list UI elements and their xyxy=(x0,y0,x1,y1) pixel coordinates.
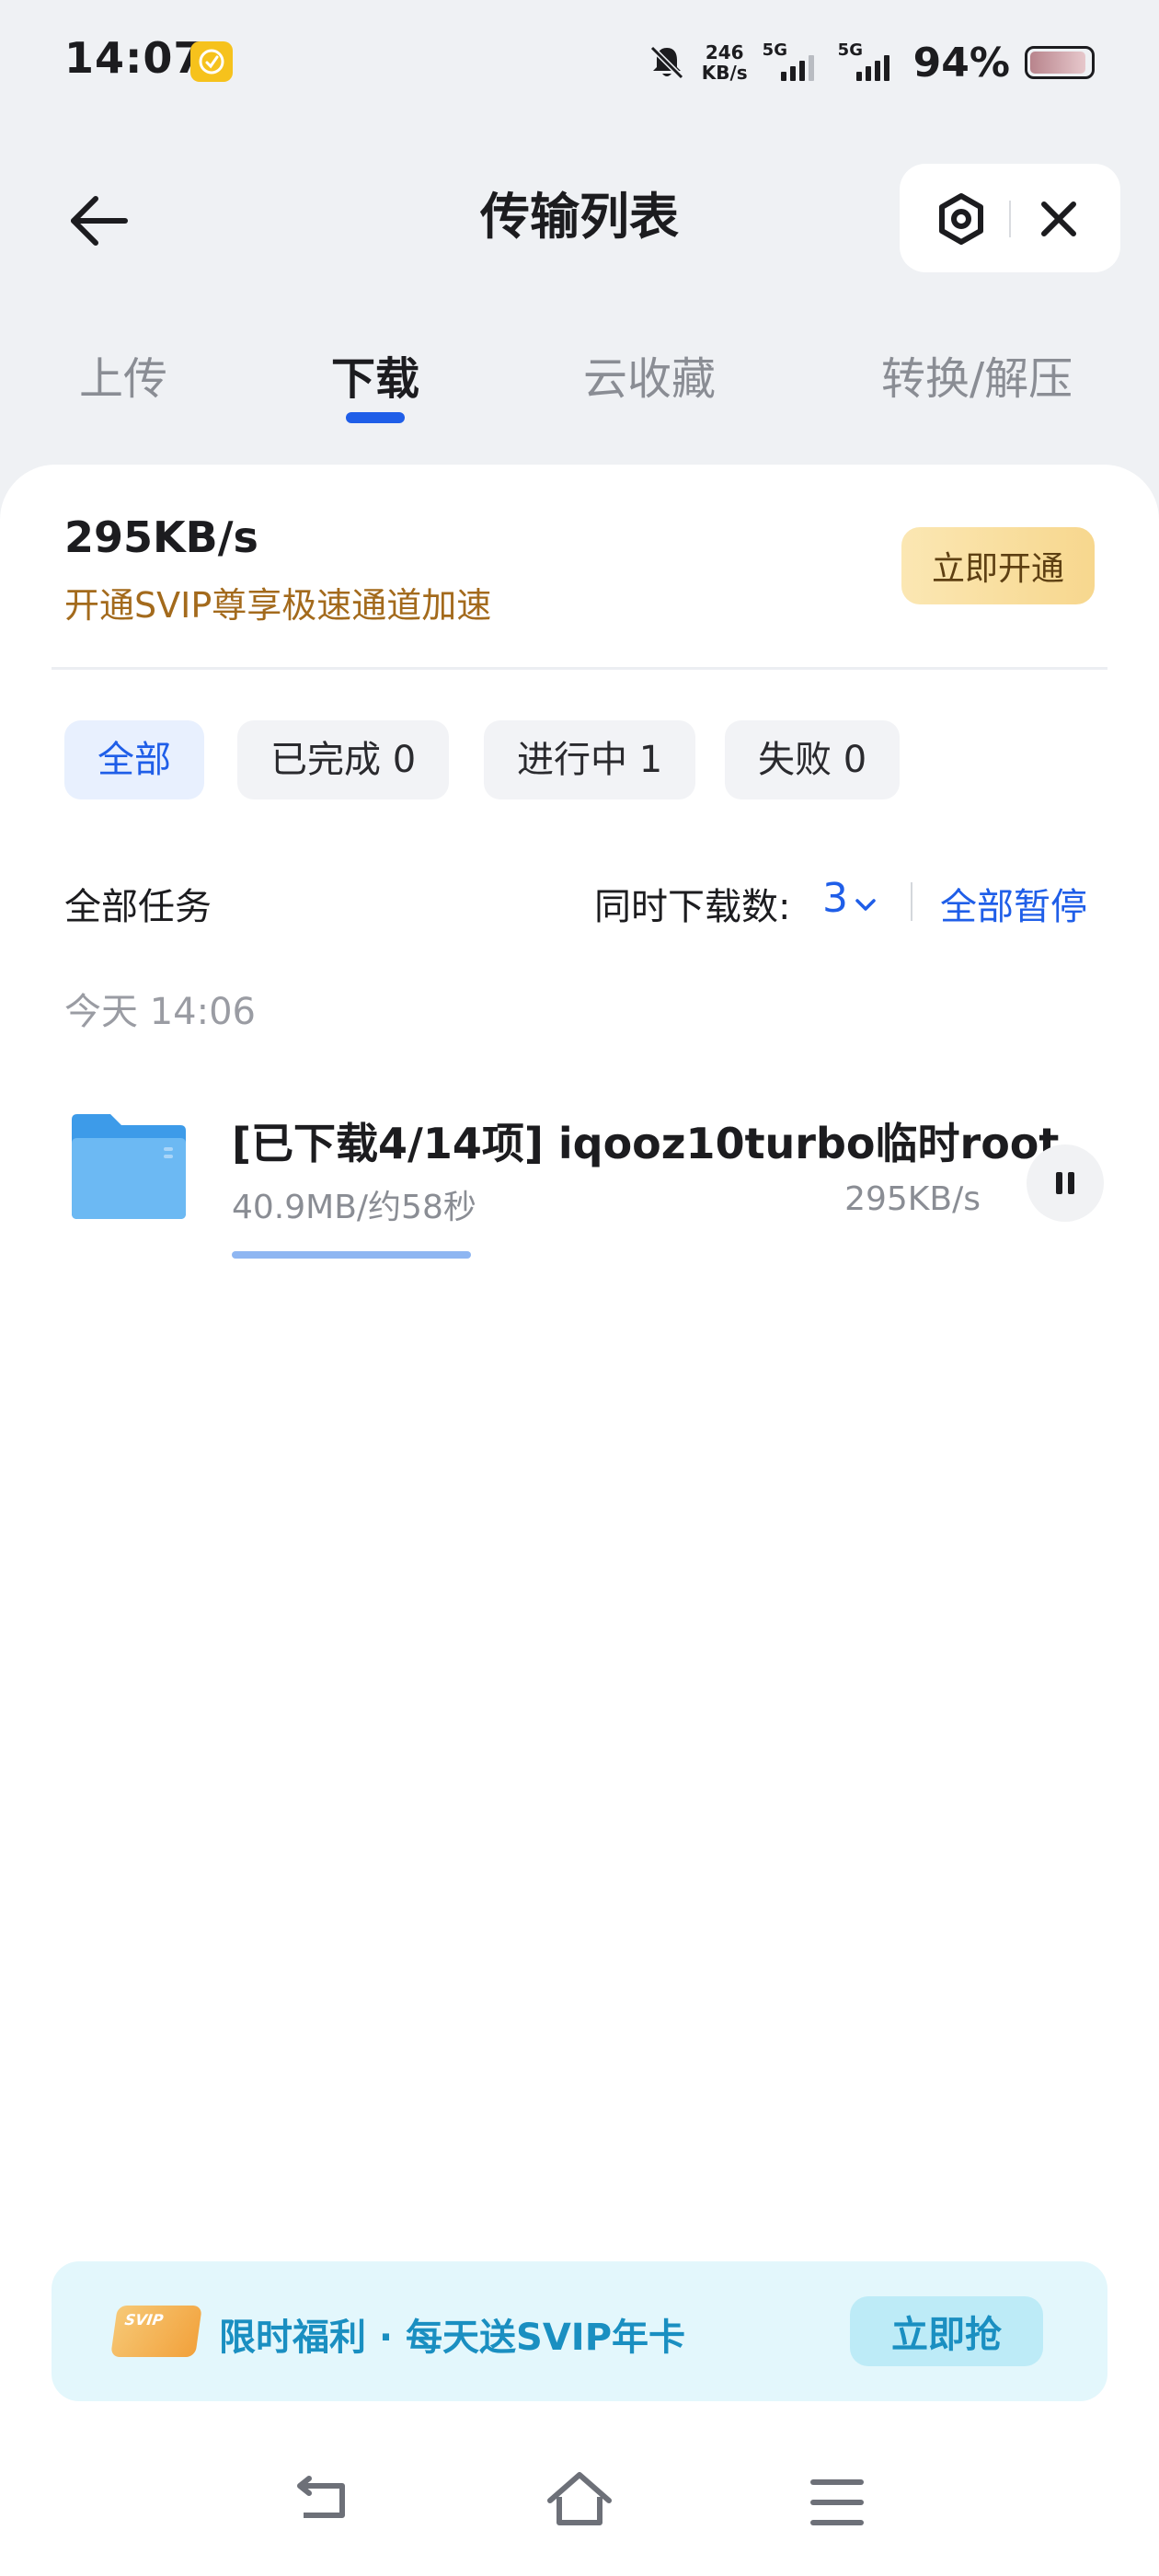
network-speed-value: 246 xyxy=(705,41,744,63)
filter-all[interactable]: 全部 xyxy=(64,720,204,799)
current-speed: 295KB/s xyxy=(64,512,258,562)
nav-home-button[interactable] xyxy=(543,2466,616,2539)
tab-upload[interactable]: 上传 xyxy=(79,342,167,407)
status-bar: 14:07 246 KB/s 5G 5G 94% xyxy=(0,0,1159,129)
svip-badge-text: SVIP xyxy=(123,2311,165,2329)
task-progress-bar xyxy=(232,1251,981,1259)
battery-icon xyxy=(1025,46,1095,79)
settings-button[interactable] xyxy=(929,187,993,251)
task-speed: 295KB/s xyxy=(844,1180,981,1218)
header-actions-divider xyxy=(1009,201,1011,237)
all-tasks-label: 全部任务 xyxy=(64,886,212,928)
concurrent-downloads-label: 同时下载数: xyxy=(594,886,791,928)
system-nav-bar xyxy=(0,2466,1159,2558)
battery-percent: 94% xyxy=(912,39,1010,86)
task-pause-button[interactable] xyxy=(1027,1144,1104,1222)
download-panel: 295KB/s 开通SVIP尊享极速通道加速 立即开通 全部 已完成 0 进行中… xyxy=(0,465,1159,2576)
app-notification-icon xyxy=(190,41,233,82)
folder-icon xyxy=(72,1114,186,1219)
pause-all-button[interactable]: 全部暂停 xyxy=(940,877,1087,930)
nav-back-button[interactable] xyxy=(285,2466,359,2539)
menu-icon xyxy=(810,2479,864,2525)
svip-card-icon: SVIP xyxy=(110,2306,202,2357)
promo-text: 限时福利 · 每天送SVIP年卡 xyxy=(219,2317,686,2359)
pause-icon xyxy=(1056,1172,1074,1194)
task-size-eta: 40.9MB/约58秒 xyxy=(232,1189,476,1226)
sim2-signal-icon: 5G xyxy=(838,40,899,85)
divider xyxy=(911,882,912,921)
network-speed: 246 KB/s xyxy=(702,42,748,83)
promo-banner[interactable]: SVIP 限时福利 · 每天送SVIP年卡 立即抢 xyxy=(52,2261,1107,2401)
active-tab-indicator xyxy=(346,412,405,423)
filter-failed[interactable]: 失败 0 xyxy=(725,720,901,799)
tab-cloud-favorites[interactable]: 云收藏 xyxy=(583,342,716,407)
network-speed-unit: KB/s xyxy=(701,62,748,84)
return-icon xyxy=(297,2476,345,2518)
status-right-group: 246 KB/s 5G 5G 94% xyxy=(647,35,1095,90)
grab-now-button[interactable]: 立即抢 xyxy=(850,2296,1043,2366)
open-svip-button[interactable]: 立即开通 xyxy=(901,527,1095,604)
filter-completed[interactable]: 已完成 0 xyxy=(237,720,450,799)
home-icon xyxy=(547,2472,612,2525)
mute-bell-icon xyxy=(649,45,683,80)
gear-icon xyxy=(939,193,983,245)
sim1-signal-icon: 5G xyxy=(763,40,823,85)
task-progress-fill xyxy=(232,1251,472,1259)
header-actions-capsule xyxy=(900,164,1120,272)
divider xyxy=(52,667,1107,670)
task-row[interactable]: [已下载4/14项] iqooz10turbo临时root 40.9MB/约58… xyxy=(0,1110,1159,1304)
close-button[interactable] xyxy=(1027,187,1091,251)
task-title: [已下载4/14项] iqooz10turbo临时root xyxy=(232,1119,1060,1168)
filter-in-progress[interactable]: 进行中 1 xyxy=(484,720,696,799)
tab-download[interactable]: 下载 xyxy=(331,342,419,407)
tab-convert-extract[interactable]: 转换/解压 xyxy=(881,342,1073,407)
concurrent-downloads-select[interactable]: 3 xyxy=(822,875,848,922)
nav-menu-button[interactable] xyxy=(800,2466,874,2539)
chevron-down-icon[interactable] xyxy=(854,893,878,917)
status-time: 14:07 xyxy=(64,33,204,83)
date-group-label: 今天 14:06 xyxy=(64,991,256,1033)
close-icon xyxy=(1041,201,1076,236)
svip-speed-promo[interactable]: 开通SVIP尊享极速通道加速 xyxy=(64,577,491,627)
